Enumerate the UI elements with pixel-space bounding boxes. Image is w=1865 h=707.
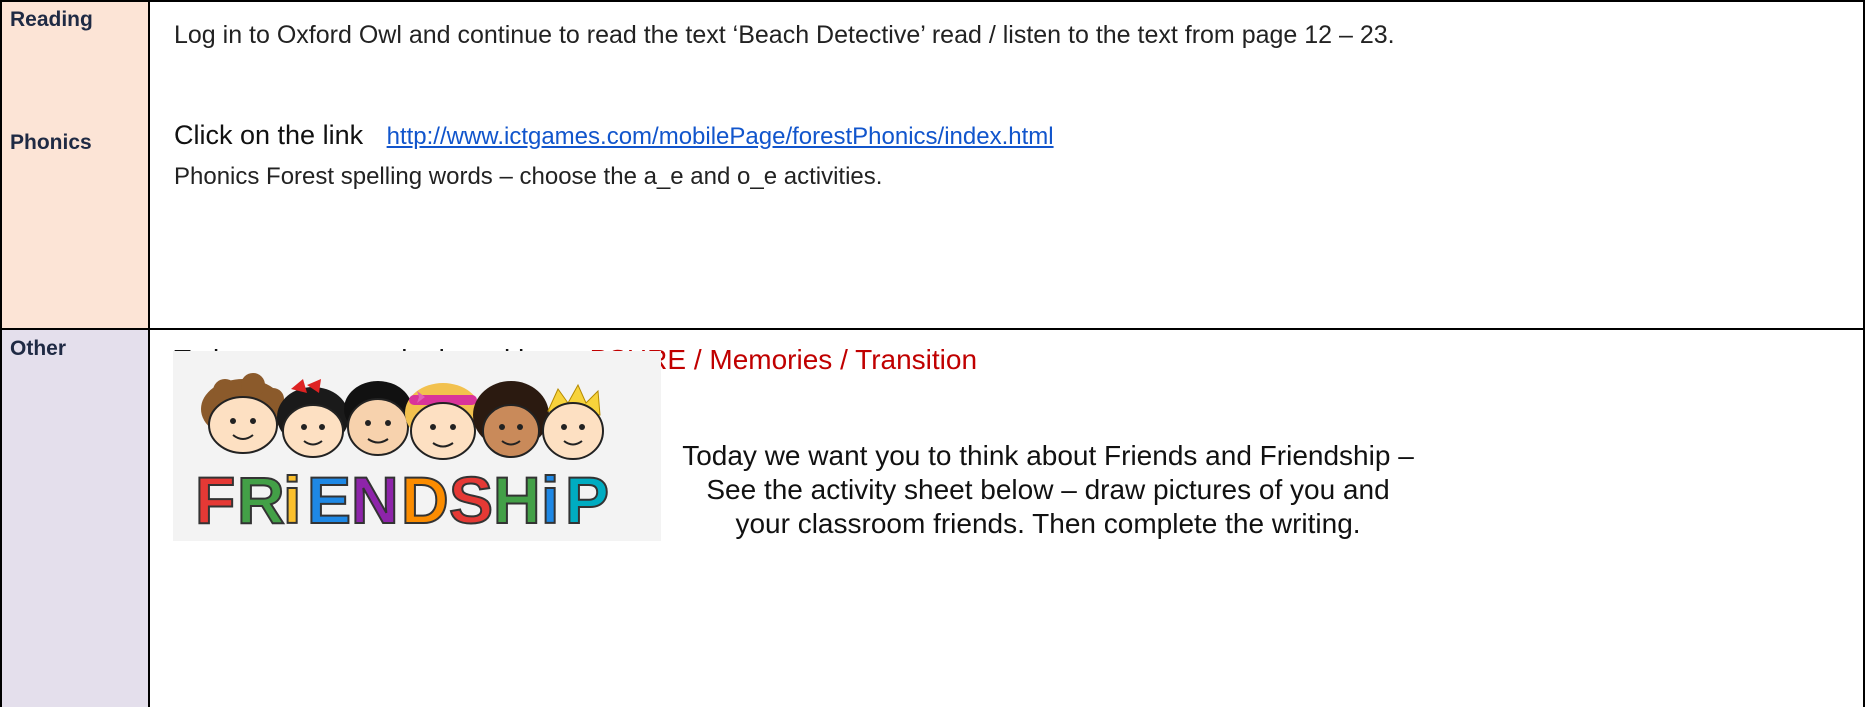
label-other: Other bbox=[10, 337, 67, 360]
svg-text:i: i bbox=[283, 463, 301, 537]
kid-6-icon bbox=[542, 383, 604, 460]
phonics-click-line: Click on the link http://www.ictgames.co… bbox=[174, 120, 1054, 151]
kid-5-icon bbox=[473, 381, 549, 458]
friendship-banner-image: F R i E N D S H i P bbox=[173, 351, 661, 541]
phonics-instructions: Phonics Forest spelling words – choose t… bbox=[174, 163, 883, 190]
phonics-forest-link[interactable]: http://www.ictgames.com/mobilePage/fores… bbox=[387, 123, 1054, 150]
svg-text:P: P bbox=[565, 463, 609, 537]
label-cell-reading-phonics: Reading Phonics bbox=[0, 0, 150, 329]
row-other: Other Today we are continuing with our P… bbox=[0, 329, 1865, 707]
label-cell-other: Other bbox=[0, 329, 150, 707]
click-prefix: Click on the link bbox=[174, 120, 364, 150]
friendship-lettering: F R i E N D S H i P bbox=[194, 462, 610, 538]
reading-instructions: Log in to Oxford Owl and continue to rea… bbox=[174, 21, 1395, 49]
svg-text:R: R bbox=[237, 463, 285, 537]
kid-1-icon bbox=[201, 373, 285, 454]
friendship-illustration: F R i E N D S H i P bbox=[194, 373, 610, 538]
friends-line-2: See the activity sheet below – draw pict… bbox=[706, 474, 1390, 539]
label-phonics: Phonics bbox=[10, 131, 92, 154]
friends-line-1: Today we want you to think about Friends… bbox=[682, 440, 1414, 471]
label-reading: Reading bbox=[10, 8, 93, 31]
friends-activity-text: Today we want you to think about Friends… bbox=[678, 439, 1418, 541]
row-reading-phonics: Reading Phonics Log in to Oxford Owl and… bbox=[0, 0, 1865, 329]
svg-text:E: E bbox=[307, 463, 351, 537]
svg-text:H: H bbox=[493, 463, 541, 537]
content-cell-other: Today we are continuing with our PSHRE /… bbox=[150, 329, 1865, 707]
svg-text:D: D bbox=[401, 463, 449, 537]
kid-4-icon bbox=[405, 383, 481, 460]
content-cell-reading-phonics: Log in to Oxford Owl and continue to rea… bbox=[150, 0, 1865, 329]
svg-text:S: S bbox=[449, 463, 493, 537]
kid-3-icon bbox=[344, 381, 412, 456]
kid-2-icon bbox=[277, 379, 349, 458]
svg-text:N: N bbox=[351, 463, 399, 537]
homework-table: Reading Phonics Log in to Oxford Owl and… bbox=[0, 0, 1865, 707]
svg-text:F: F bbox=[195, 463, 235, 537]
row-divider bbox=[0, 328, 1865, 330]
svg-text:i: i bbox=[541, 463, 559, 537]
